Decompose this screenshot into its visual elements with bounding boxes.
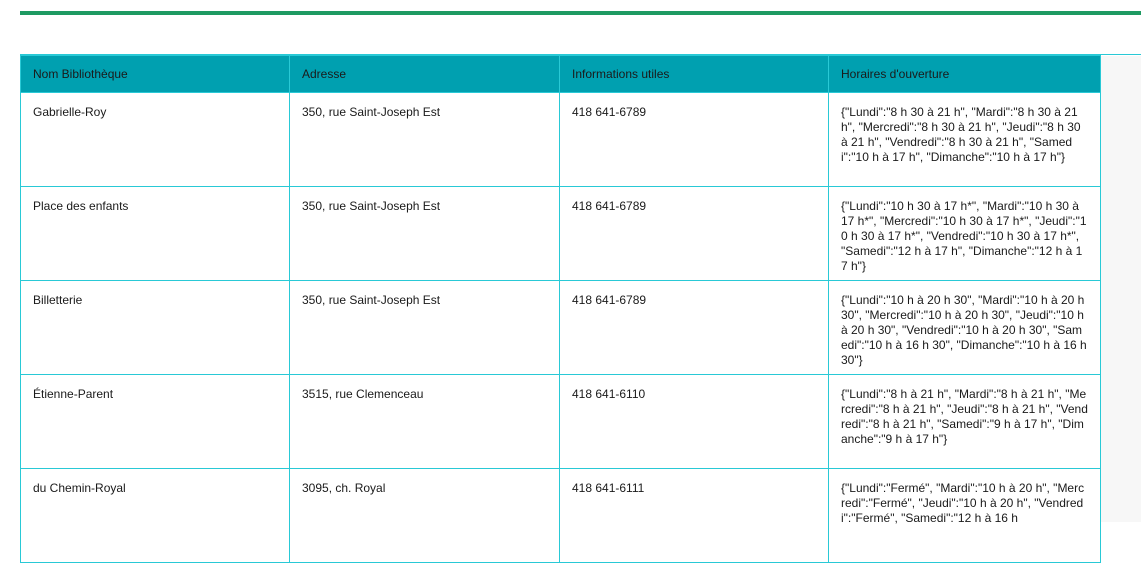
right-side-panel <box>1100 56 1141 522</box>
top-accent-bar <box>20 11 1141 15</box>
table-row: du Chemin-Royal 3095, ch. Royal 418 641-… <box>20 468 1101 563</box>
header-library-name[interactable]: Nom Bibliothèque <box>20 55 290 93</box>
cell-hours: {"Lundi":"8 h à 21 h", "Mardi":"8 h à 21… <box>828 374 1101 469</box>
cell-phone: 418 641-6110 <box>559 374 829 469</box>
cell-address: 3095, ch. Royal <box>289 468 560 563</box>
header-useful-info[interactable]: Informations utiles <box>559 55 829 93</box>
cell-library-name: Étienne-Parent <box>20 374 290 469</box>
table-row: Étienne-Parent 3515, rue Clemenceau 418 … <box>20 374 1101 469</box>
table-row: Place des enfants 350, rue Saint-Joseph … <box>20 186 1101 281</box>
cell-address: 3515, rue Clemenceau <box>289 374 560 469</box>
cell-library-name: du Chemin-Royal <box>20 468 290 563</box>
table-header-row: Nom Bibliothèque Adresse Informations ut… <box>20 55 1101 93</box>
cell-library-name: Place des enfants <box>20 186 290 281</box>
library-table: Nom Bibliothèque Adresse Informations ut… <box>20 55 1101 563</box>
cell-phone: 418 641-6111 <box>559 468 829 563</box>
cell-address: 350, rue Saint-Joseph Est <box>289 92 560 187</box>
cell-hours: {"Lundi":"10 h 30 à 17 h*", "Mardi":"10 … <box>828 186 1101 281</box>
cell-phone: 418 641-6789 <box>559 280 829 375</box>
cell-hours: {"Lundi":"Fermé", "Mardi":"10 h à 20 h",… <box>828 468 1101 563</box>
cell-phone: 418 641-6789 <box>559 186 829 281</box>
cell-hours: {"Lundi":"10 h à 20 h 30", "Mardi":"10 h… <box>828 280 1101 375</box>
cell-hours: {"Lundi":"8 h 30 à 21 h", "Mardi":"8 h 3… <box>828 92 1101 187</box>
cell-phone: 418 641-6789 <box>559 92 829 187</box>
header-opening-hours[interactable]: Horaires d'ouverture <box>828 55 1101 93</box>
cell-library-name: Gabrielle-Roy <box>20 92 290 187</box>
table-row: Billetterie 350, rue Saint-Joseph Est 41… <box>20 280 1101 375</box>
cell-library-name: Billetterie <box>20 280 290 375</box>
table-row: Gabrielle-Roy 350, rue Saint-Joseph Est … <box>20 92 1101 187</box>
cell-address: 350, rue Saint-Joseph Est <box>289 186 560 281</box>
cell-address: 350, rue Saint-Joseph Est <box>289 280 560 375</box>
header-address[interactable]: Adresse <box>289 55 560 93</box>
